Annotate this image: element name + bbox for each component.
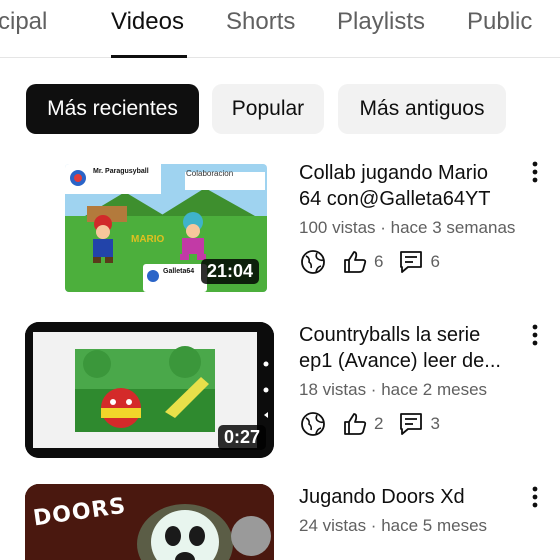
more-options-button[interactable] — [522, 157, 548, 187]
more-options-button[interactable] — [522, 320, 548, 350]
video-title[interactable]: Jugando Doors Xd — [299, 484, 521, 510]
globe-icon — [301, 250, 325, 274]
video-thumbnail[interactable]: 0:27 — [25, 322, 274, 458]
comment-count: 3 — [430, 414, 440, 433]
globe-icon — [301, 412, 325, 436]
video-duration: 0:27 — [217, 425, 266, 450]
video-title[interactable]: Collab jugando Mario 64 con@Galleta64YT — [299, 160, 521, 212]
tab-videos[interactable]: Videos — [111, 8, 184, 36]
video-stats: 2 3 — [299, 408, 454, 440]
comment-icon — [400, 413, 423, 435]
tab-community[interactable]: Public — [467, 8, 532, 36]
thumb-collab-label: Colaboracion — [186, 169, 234, 178]
video-meta: 24 vistas · hace 5 meses — [299, 516, 488, 535]
more-vert-icon — [532, 324, 538, 346]
comment-count: 6 — [430, 252, 440, 271]
channel-tabs: cipal Videos Shorts Playlists Public — [0, 0, 560, 58]
video-duration: 21:04 — [200, 259, 259, 284]
thumbs-up-icon — [344, 251, 367, 273]
chip-oldest[interactable]: Más antiguos — [338, 84, 506, 134]
chip-latest[interactable]: Más recientes — [26, 84, 199, 134]
like-count: 6 — [374, 252, 384, 271]
video-title[interactable]: Countryballs la serie ep1 (Avance) leer … — [299, 322, 521, 374]
chip-popular[interactable]: Popular — [212, 84, 324, 134]
video-stats: 6 6 — [299, 246, 454, 278]
video-thumbnail[interactable]: MARIO Mr. Paragusyball Colaboracion Gall… — [65, 164, 267, 292]
tab-shorts[interactable]: Shorts — [226, 8, 295, 36]
thumb-channel-b: Galleta64 — [163, 268, 195, 275]
video-meta: 100 vistas · hace 3 semanas — [299, 218, 516, 237]
more-vert-icon — [532, 486, 538, 508]
comment-icon — [400, 251, 423, 273]
tab-home[interactable]: cipal — [0, 8, 47, 36]
like-stat[interactable]: 2 — [341, 410, 383, 438]
visibility-public — [299, 248, 327, 276]
visibility-public — [299, 410, 327, 438]
thumbs-up-icon — [344, 413, 367, 435]
video-thumbnail[interactable]: DOORS — [25, 484, 274, 560]
tab-playlists[interactable]: Playlists — [337, 8, 425, 36]
more-options-button[interactable] — [522, 482, 548, 512]
video-meta: 18 vistas · hace 2 meses — [299, 380, 488, 399]
svg-text:MARIO: MARIO — [131, 234, 165, 245]
active-tab-indicator — [111, 55, 187, 58]
like-stat[interactable]: 6 — [341, 248, 383, 276]
thumb-channel-a: Mr. Paragusyball — [93, 168, 149, 175]
comment-stat[interactable]: 3 — [397, 410, 440, 438]
like-count: 2 — [374, 414, 384, 433]
comment-stat[interactable]: 6 — [397, 248, 440, 276]
more-vert-icon — [532, 161, 538, 183]
